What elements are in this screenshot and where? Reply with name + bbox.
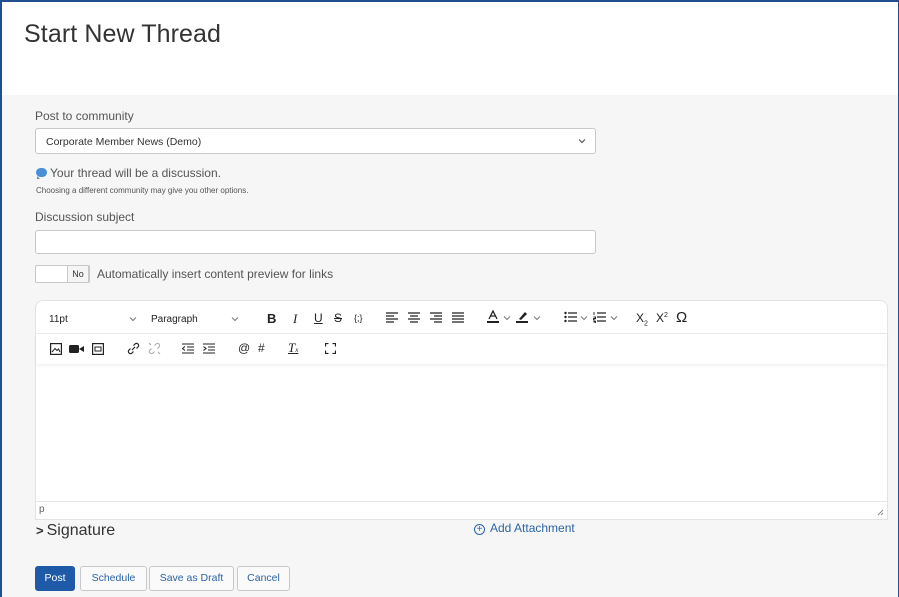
clear-formatting-icon[interactable]: Tx [288, 340, 298, 356]
signature-label: Signature [46, 522, 116, 539]
strikethrough-icon[interactable]: S [334, 311, 342, 325]
numbered-list-icon[interactable] [593, 311, 606, 323]
discussion-note: Your thread will be a discussion. [36, 166, 221, 180]
chevron-down-icon[interactable] [610, 314, 618, 322]
fullscreen-icon[interactable] [325, 343, 336, 354]
subject-label: Discussion subject [35, 210, 135, 224]
italic-icon[interactable]: I [293, 311, 297, 327]
align-justify-icon[interactable] [452, 312, 464, 323]
preview-toggle-state: No [67, 265, 89, 283]
community-select[interactable]: Corporate Member News (Demo) [35, 128, 596, 154]
plus-circle-icon: + [474, 524, 485, 535]
indent-icon[interactable] [203, 343, 215, 354]
element-path[interactable]: p [39, 504, 45, 515]
omega-icon[interactable]: Ω [676, 309, 687, 326]
align-left-icon[interactable] [386, 312, 398, 323]
schedule-button[interactable]: Schedule [80, 566, 147, 591]
chevron-down-icon[interactable] [533, 314, 541, 322]
subscript-icon[interactable]: X2 [636, 311, 648, 327]
chevron-down-icon [129, 317, 137, 322]
hashtag-icon[interactable]: # [258, 341, 265, 355]
chevron-right-icon: > [36, 523, 44, 538]
highlight-color-icon[interactable] [515, 310, 529, 324]
font-size-value: 11pt [49, 314, 68, 325]
page-header: Start New Thread [2, 2, 898, 95]
preview-toggle-label: Automatically insert content preview for… [97, 267, 334, 281]
cancel-button[interactable]: Cancel [237, 566, 290, 591]
signature-toggle[interactable]: > Signature [36, 522, 115, 540]
resize-handle-icon[interactable] [876, 508, 884, 516]
bullet-list-icon[interactable] [564, 311, 577, 323]
superscript-icon[interactable]: X2 [656, 311, 668, 325]
preview-toggle[interactable]: No [35, 265, 90, 283]
code-icon[interactable]: {;} [354, 313, 363, 323]
align-center-icon[interactable] [408, 312, 420, 323]
editor-toolbar-row-1: 11pt Paragraph B I U S {;} X2 X2 Ω [36, 301, 887, 334]
chevron-down-icon[interactable] [503, 314, 511, 322]
mention-icon[interactable]: @ [238, 341, 250, 355]
editor-toolbar-row-2: @ # Tx [36, 334, 887, 364]
discussion-subnote: Choosing a different community may give … [36, 186, 249, 195]
speech-bubble-icon [36, 168, 47, 179]
block-format-select[interactable]: Paragraph [151, 314, 246, 325]
rich-text-editor[interactable]: 11pt Paragraph B I U S {;} X2 X2 Ω @ # T… [35, 300, 888, 520]
discussion-note-text: Your thread will be a discussion. [50, 166, 221, 180]
text-color-icon[interactable] [486, 310, 500, 324]
add-attachment-label: Add Attachment [490, 521, 575, 535]
editor-statusbar: p [36, 501, 887, 519]
image-icon[interactable] [50, 343, 62, 355]
outdent-icon[interactable] [182, 343, 194, 354]
bold-icon[interactable]: B [267, 311, 276, 326]
chevron-down-icon [231, 317, 239, 322]
post-button[interactable]: Post [35, 566, 75, 591]
unlink-icon[interactable] [148, 342, 161, 355]
chevron-down-icon[interactable] [580, 314, 588, 322]
add-attachment-link[interactable]: + Add Attachment [474, 521, 575, 535]
block-format-value: Paragraph [151, 314, 198, 325]
media-embed-icon[interactable] [92, 343, 104, 355]
underline-icon[interactable]: U [314, 311, 323, 325]
page-title: Start New Thread [24, 20, 222, 48]
chevron-down-icon [578, 139, 586, 144]
subject-input[interactable] [35, 230, 596, 254]
community-label: Post to community [35, 109, 134, 123]
community-select-value: Corporate Member News (Demo) [46, 136, 202, 148]
video-icon[interactable] [69, 344, 84, 354]
font-size-select[interactable]: 11pt [49, 314, 144, 325]
align-right-icon[interactable] [430, 312, 442, 323]
save-as-draft-button[interactable]: Save as Draft [149, 566, 234, 591]
link-icon[interactable] [127, 342, 140, 355]
